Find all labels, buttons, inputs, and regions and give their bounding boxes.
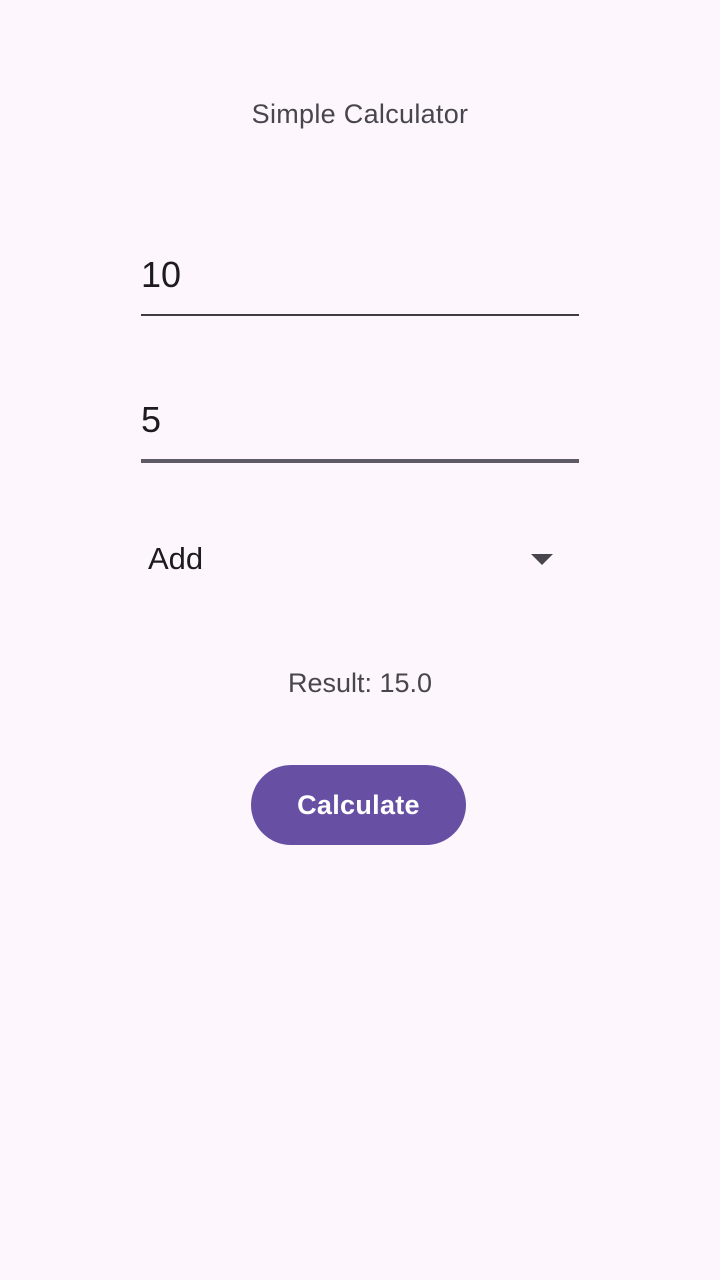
operation-selected-label: Add bbox=[148, 541, 204, 576]
second-number-field[interactable] bbox=[141, 390, 579, 463]
first-number-underline bbox=[141, 314, 579, 316]
arrow-drop-down-icon bbox=[531, 554, 553, 565]
result-text: Result: 15.0 bbox=[287, 668, 433, 698]
calculate-button[interactable]: Calculate bbox=[251, 765, 466, 845]
first-number-input[interactable] bbox=[141, 245, 579, 305]
operation-dropdown[interactable]: Add bbox=[141, 525, 579, 595]
first-number-field[interactable] bbox=[141, 245, 579, 317]
second-number-input[interactable] bbox=[141, 390, 579, 450]
page-title: Simple Calculator bbox=[251, 99, 469, 129]
second-number-underline bbox=[141, 459, 579, 463]
